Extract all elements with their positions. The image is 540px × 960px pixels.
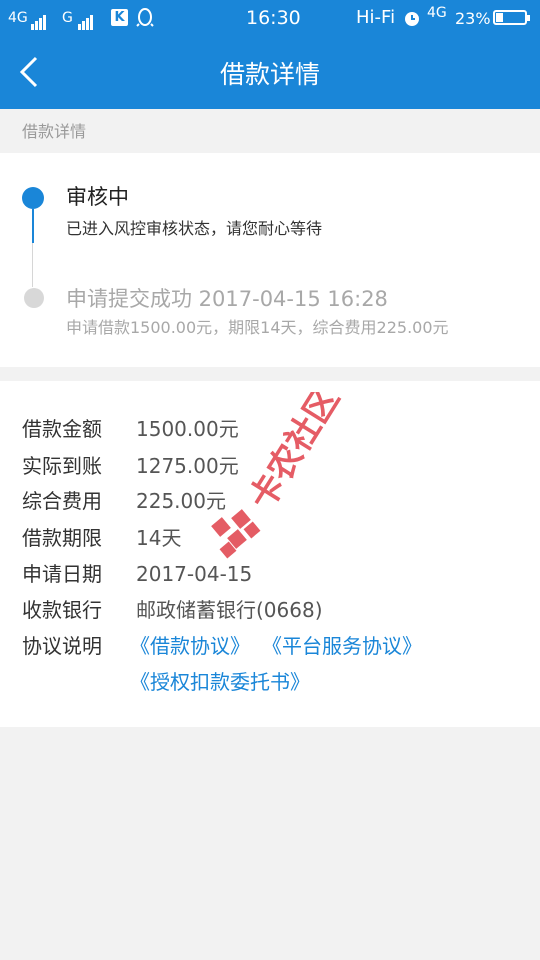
detail-label: 综合费用: [22, 489, 102, 513]
page-title: 借款详情: [219, 60, 320, 89]
step-description: 已进入风控审核状态，请您耐心等待: [66, 219, 323, 238]
detail-label: 收款银行: [22, 598, 102, 622]
detail-row-amount: 借款金额 1500.00元: [22, 413, 239, 442]
qq-icon: [136, 8, 154, 27]
clock: 16:30: [246, 7, 301, 29]
detail-row-agreements: 协议说明: [22, 630, 136, 659]
nav-bar: 借款详情: [0, 36, 540, 109]
k-app-icon: K: [111, 9, 128, 26]
alarm-icon: [405, 12, 419, 26]
step-title: 审核中: [66, 185, 129, 209]
timeline-dot-inactive: [24, 288, 44, 308]
signal-icon: [78, 10, 94, 30]
detail-row-date: 申请日期 2017-04-15: [22, 558, 252, 587]
battery-icon: [493, 10, 530, 25]
detail-label: 借款期限: [22, 526, 102, 550]
network-type-2: G: [62, 10, 73, 26]
network-type-1: 4G: [8, 10, 28, 26]
signal-icon: [31, 10, 47, 30]
detail-row-received: 实际到账 1275.00元: [22, 450, 239, 479]
detail-value: 邮政储蓄银行(0668): [136, 598, 323, 622]
detail-value: 1500.00元: [136, 417, 239, 441]
detail-label: 申请日期: [22, 562, 102, 586]
network-type-3: 4G: [427, 5, 447, 21]
section-header: 借款详情: [22, 122, 87, 141]
detail-value: 225.00元: [136, 489, 226, 513]
wifi-label: Hi-Fi: [356, 7, 396, 28]
loan-agreement-link[interactable]: 《借款协议》: [130, 630, 250, 659]
loan-detail-card: 借款金额 1500.00元 实际到账 1275.00元 综合费用 225.00元 借款…: [0, 381, 540, 727]
step-title: 申请提交成功 2017-04-15 16:28: [66, 287, 388, 311]
timeline-dot-active: [22, 187, 44, 209]
step-description: 申请借款1500.00元，期限14天，综合费用225.00元: [66, 318, 449, 337]
battery-percent: 23%: [455, 9, 491, 28]
timeline-line-inactive: [32, 243, 33, 287]
detail-label: 协议说明: [22, 634, 102, 658]
detail-row-bank: 收款银行 邮政储蓄银行(0668): [22, 594, 323, 623]
detail-row-term: 借款期限 14天: [22, 522, 181, 551]
detail-value: 14天: [136, 526, 182, 550]
detail-value: 1275.00元: [136, 454, 239, 478]
detail-label: 实际到账: [22, 454, 102, 478]
timeline-line-active: [32, 209, 34, 243]
detail-value: 2017-04-15: [136, 562, 253, 586]
detail-label: 借款金额: [22, 417, 102, 441]
timeline-card: 审核中 已进入风控审核状态，请您耐心等待 申请提交成功 2017-04-15 1…: [0, 153, 540, 367]
detail-row-fee: 综合费用 225.00元: [22, 485, 226, 514]
status-bar: 4G G K 16:30 Hi-Fi 4G 23%: [0, 0, 540, 36]
platform-service-agreement-link[interactable]: 《平台服务协议》: [262, 630, 422, 659]
debit-authorization-link[interactable]: 《授权扣款委托书》: [130, 666, 310, 695]
